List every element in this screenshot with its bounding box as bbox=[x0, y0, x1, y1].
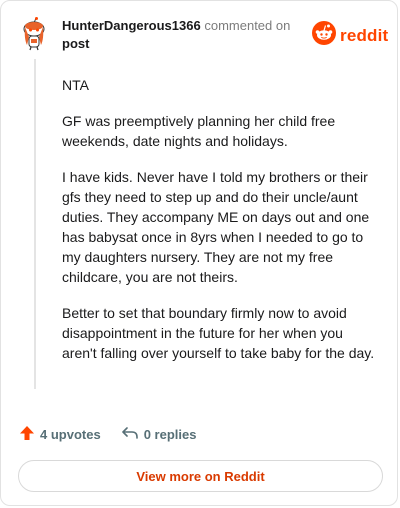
comment-header: HunterDangerous1366 commented on post bbox=[62, 17, 290, 53]
comment-paragraph: I have kids. Never have I told my brothe… bbox=[62, 169, 370, 285]
replies-count: 0 replies bbox=[143, 427, 197, 442]
upvotes-button[interactable]: 4 upvotes bbox=[19, 425, 101, 444]
comment-actions: 4 upvotes 0 replies bbox=[19, 425, 196, 444]
reddit-logo[interactable]: reddit bbox=[312, 21, 388, 50]
username-link[interactable]: HunterDangerous1366 bbox=[62, 18, 201, 33]
commented-on-text: commented on bbox=[204, 18, 291, 33]
comment-paragraph: GF was preemptively planning her child f… bbox=[62, 113, 336, 149]
upvotes-count: 4 upvotes bbox=[40, 427, 101, 442]
upvote-arrow-icon bbox=[19, 425, 40, 444]
comment-body: NTA GF was preemptively planning her chi… bbox=[62, 75, 380, 379]
view-more-button[interactable]: View more on Reddit bbox=[18, 460, 383, 492]
avatar-icon[interactable] bbox=[19, 17, 49, 51]
thread-line bbox=[34, 59, 36, 389]
reddit-logo-icon bbox=[312, 21, 336, 50]
comment-paragraph: NTA bbox=[62, 77, 89, 93]
post-link[interactable]: post bbox=[62, 35, 290, 53]
embedded-comment-card: HunterDangerous1366 commented on post re… bbox=[0, 0, 398, 506]
reddit-wordmark: reddit bbox=[340, 25, 389, 45]
comment-paragraph: Better to set that boundary firmly now t… bbox=[62, 305, 375, 361]
reply-arrow-icon bbox=[121, 425, 144, 444]
replies-button[interactable]: 0 replies bbox=[121, 425, 197, 444]
